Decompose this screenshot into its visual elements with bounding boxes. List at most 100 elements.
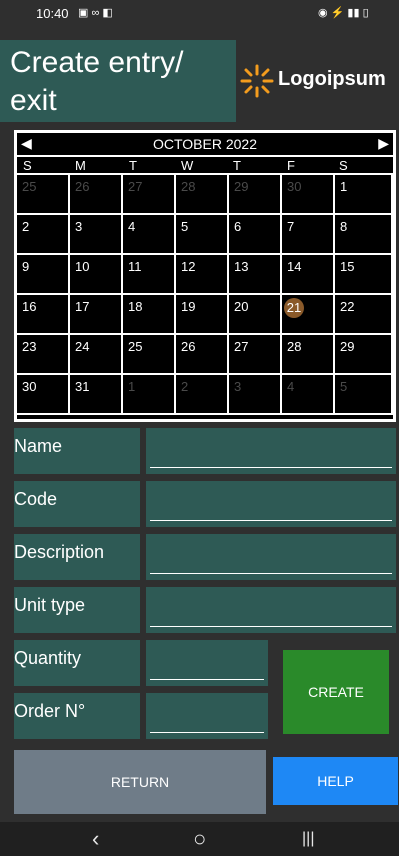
unit-type-field[interactable]	[146, 587, 396, 633]
calendar-day[interactable]: 11	[123, 255, 176, 295]
calendar-header: ◀ OCTOBER 2022 ▶	[17, 133, 393, 157]
calendar-day[interactable]: 5	[335, 375, 393, 415]
calendar-day[interactable]: 12	[176, 255, 229, 295]
calendar-day[interactable]: 15	[335, 255, 393, 295]
calendar-day[interactable]: 16	[17, 295, 70, 335]
return-button[interactable]: RETURN	[14, 750, 266, 814]
title-panel: Create entry/ exit	[0, 40, 236, 122]
code-input[interactable]	[150, 481, 392, 523]
calendar-day-label: 28	[287, 339, 302, 354]
calendar-day[interactable]: 30	[282, 175, 335, 215]
calendar-day[interactable]: 25	[17, 175, 70, 215]
calendar-day[interactable]: 7	[282, 215, 335, 255]
weekday-header: SMTWTFS	[17, 157, 393, 175]
calendar-day-label: 9	[22, 259, 30, 274]
order-number-field[interactable]	[146, 693, 268, 739]
name-label: Name	[14, 428, 140, 474]
description-field[interactable]	[146, 534, 396, 580]
calendar-day[interactable]: 19	[176, 295, 229, 335]
calendar-day[interactable]: 1	[335, 175, 393, 215]
calendar-day[interactable]: 21	[282, 295, 335, 335]
calendar-day[interactable]: 29	[335, 335, 393, 375]
calendar: ◀ OCTOBER 2022 ▶ SMTWTFS 25 26 27 28 29 30 1 2 3…	[14, 130, 396, 422]
calendar-day-label: 25	[22, 179, 37, 194]
android-nav-bar: ‹ ○ |||	[0, 822, 399, 856]
calendar-day[interactable]: 14	[282, 255, 335, 295]
calendar-day[interactable]: 17	[70, 295, 123, 335]
calendar-day[interactable]: 25	[123, 335, 176, 375]
name-input[interactable]	[150, 428, 392, 470]
name-field[interactable]	[146, 428, 396, 474]
calendar-day[interactable]: 27	[229, 335, 282, 375]
calendar-day[interactable]: 3	[70, 215, 123, 255]
calendar-day[interactable]: 4	[282, 375, 335, 415]
calendar-day[interactable]: 9	[17, 255, 70, 295]
logo-sun-icon	[240, 64, 274, 98]
calendar-day-label: 5	[340, 379, 348, 394]
code-label: Code	[14, 481, 140, 527]
calendar-day-label: 3	[234, 379, 242, 394]
calendar-day-label: 22	[340, 299, 355, 314]
calendar-day[interactable]: 18	[123, 295, 176, 335]
unit-type-label: Unit type	[14, 587, 140, 633]
calendar-day[interactable]: 10	[70, 255, 123, 295]
calendar-day-label: 5	[181, 219, 189, 234]
calendar-day[interactable]: 28	[176, 175, 229, 215]
calendar-day-label: 6	[234, 219, 242, 234]
calendar-day[interactable]: 24	[70, 335, 123, 375]
calendar-day-label: 26	[75, 179, 90, 194]
calendar-day-label: 23	[22, 339, 37, 354]
calendar-day[interactable]: 5	[176, 215, 229, 255]
calendar-day-label: 26	[181, 339, 196, 354]
notification-icons: ▣ ∞ ◧	[78, 7, 113, 19]
calendar-day[interactable]: 29	[229, 175, 282, 215]
order-number-label: Order N°	[14, 693, 140, 739]
calendar-day[interactable]: 1	[123, 375, 176, 415]
calendar-day[interactable]: 20	[229, 295, 282, 335]
code-field[interactable]	[146, 481, 396, 527]
calendar-day[interactable]: 28	[282, 335, 335, 375]
weekday-label: T	[233, 158, 241, 173]
calendar-day[interactable]: 26	[70, 175, 123, 215]
order-number-input[interactable]	[150, 693, 264, 735]
calendar-day[interactable]: 31	[70, 375, 123, 415]
calendar-day[interactable]: 26	[176, 335, 229, 375]
quantity-input[interactable]	[150, 640, 264, 682]
calendar-day[interactable]: 4	[123, 215, 176, 255]
calendar-day[interactable]: 23	[17, 335, 70, 375]
calendar-month-label: OCTOBER 2022	[152, 136, 257, 152]
calendar-day[interactable]: 2	[17, 215, 70, 255]
home-icon[interactable]: ○	[193, 826, 206, 852]
weekday-label: W	[181, 158, 194, 173]
create-button[interactable]: CREATE	[283, 650, 389, 734]
calendar-day-label: 29	[234, 179, 249, 194]
description-input[interactable]	[150, 534, 392, 576]
calendar-day-label: 20	[234, 299, 249, 314]
calendar-day[interactable]: 3	[229, 375, 282, 415]
calendar-day-label: 17	[75, 299, 90, 314]
recents-icon[interactable]: |||	[302, 830, 314, 848]
calendar-day[interactable]: 6	[229, 215, 282, 255]
calendar-day-label: 7	[287, 219, 295, 234]
calendar-day-label: 27	[128, 179, 143, 194]
calendar-day-label: 15	[340, 259, 355, 274]
calendar-day-label: 4	[128, 219, 136, 234]
calendar-day[interactable]: 30	[17, 375, 70, 415]
unit-type-input[interactable]	[150, 587, 392, 629]
logo-text: Logoipsum	[278, 68, 386, 90]
back-icon[interactable]: ‹	[92, 826, 99, 852]
calendar-day-label: 2	[181, 379, 189, 394]
calendar-day-label: 3	[75, 219, 83, 234]
next-month-icon[interactable]: ▶	[378, 135, 389, 152]
calendar-day[interactable]: 22	[335, 295, 393, 335]
calendar-day[interactable]: 2	[176, 375, 229, 415]
help-button[interactable]: HELP	[273, 757, 398, 805]
description-label: Description	[14, 534, 140, 580]
quantity-field[interactable]	[146, 640, 268, 686]
calendar-day[interactable]: 13	[229, 255, 282, 295]
calendar-day[interactable]: 8	[335, 215, 393, 255]
calendar-day-label: 27	[234, 339, 249, 354]
status-time: 10:40	[36, 6, 69, 21]
calendar-day-label: 12	[181, 259, 196, 274]
calendar-day[interactable]: 27	[123, 175, 176, 215]
